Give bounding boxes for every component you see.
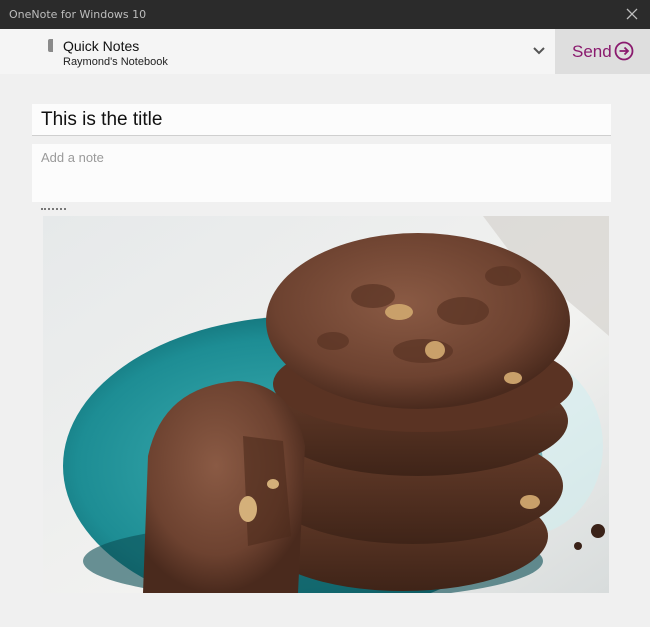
- app-title: OneNote for Windows 10: [9, 8, 147, 21]
- chevron-down-icon[interactable]: [532, 46, 546, 56]
- section-marker-icon: [48, 39, 53, 52]
- section-name: Quick Notes: [63, 38, 140, 54]
- send-button[interactable]: Send: [555, 29, 650, 74]
- close-icon[interactable]: [622, 4, 642, 24]
- note-title-field[interactable]: This is the title: [32, 104, 611, 136]
- send-label: Send: [572, 42, 612, 61]
- cookies-photo: [43, 216, 609, 593]
- notebook-name: Raymond's Notebook: [63, 56, 168, 68]
- window-titlebar: OneNote for Windows 10: [0, 0, 650, 29]
- destination-header: Quick Notes Raymond's Notebook Send: [0, 29, 650, 74]
- image-resize-handle[interactable]: [41, 208, 66, 210]
- arrow-circle-right-icon: [614, 41, 634, 61]
- note-body-field[interactable]: Add a note: [32, 144, 611, 202]
